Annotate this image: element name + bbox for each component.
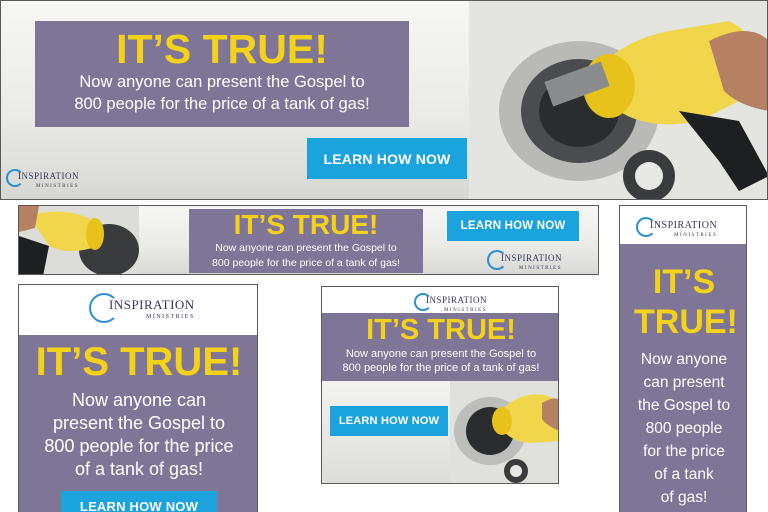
- body-line: can present: [643, 374, 725, 391]
- headline: IT’S TRUE!: [366, 314, 516, 346]
- ad-text-panel: IT’S TRUE! Now anyone can present the Go…: [322, 313, 558, 381]
- ad-text-panel: IT’S TRUE! Now anyone can present the Go…: [620, 244, 746, 512]
- ad-text-panel: IT’S TRUE! Now anyone can present the Go…: [19, 335, 257, 512]
- body-line: of a tank: [654, 466, 714, 483]
- logo-name: INSPIRATION: [426, 295, 488, 305]
- ad-text-panel: IT’S TRUE! Now anyone can present the Go…: [189, 209, 423, 273]
- body-line-1: Now anyone can present the Gospel to: [345, 348, 537, 360]
- body-line-2: 800 people for the price of a tank of ga…: [342, 362, 540, 374]
- inspiration-logo: INSPIRATION MINISTRIES: [414, 290, 487, 313]
- ad-banner-skyscraper[interactable]: INSPIRATION MINISTRIES IT’S TRUE! Now an…: [619, 205, 747, 512]
- ad-banner-wide[interactable]: IT’S TRUE! Now anyone can present the Go…: [18, 205, 599, 275]
- logo-sub: MINISTRIES: [35, 184, 80, 189]
- gas-nozzle-image: [469, 1, 767, 199]
- inspiration-logo: INSPIRATION MINISTRIES: [89, 293, 195, 323]
- body-line-2: 800 people for the price of a tank of ga…: [212, 257, 400, 269]
- body-lines: Now anyone can present the Gospel to 800…: [19, 389, 257, 481]
- learn-how-now-button[interactable]: LEARN HOW NOW: [61, 491, 217, 512]
- ad-text-panel: IT’S TRUE! Now anyone can present the Go…: [35, 21, 409, 127]
- gas-nozzle-image: [19, 206, 139, 274]
- inspiration-logo: INSPIRATION MINISTRIES: [6, 166, 79, 189]
- ad-banner-square[interactable]: INSPIRATION MINISTRIES IT’S TRUE! Now an…: [18, 284, 258, 512]
- headline: IT’S TRUE!: [233, 209, 379, 240]
- learn-how-now-button[interactable]: LEARN HOW NOW: [330, 406, 448, 436]
- learn-how-now-button[interactable]: LEARN HOW NOW: [447, 211, 579, 241]
- logo-sub: MINISTRIES: [146, 314, 195, 320]
- body-line: present the Gospel to: [52, 413, 226, 433]
- logo-name: INSPIRATION: [650, 220, 718, 231]
- logo-name: INSPIRATION: [501, 253, 563, 263]
- body-line-2: 800 people for the price of a tank of ga…: [74, 95, 370, 113]
- headline: IT’S TRUE!: [634, 263, 738, 341]
- ad-banner-leaderboard[interactable]: IT’S TRUE! Now anyone can present the Go…: [0, 0, 768, 200]
- ad-banner-rectangle[interactable]: INSPIRATION MINISTRIES IT’S TRUE! Now an…: [321, 286, 559, 484]
- body-line-1: Now anyone can present the Gospel to: [79, 73, 365, 91]
- body-line: of a tank of gas!: [74, 459, 204, 479]
- body-line: the Gospel to: [637, 397, 731, 414]
- logo-name: INSPIRATION: [18, 171, 80, 181]
- body-line: Now anyone: [640, 351, 728, 368]
- body-line: for the price: [643, 443, 725, 460]
- body-lines: Now anyone can present the Gospel to 800…: [620, 348, 746, 509]
- inspiration-logo: INSPIRATION MINISTRIES: [487, 248, 562, 271]
- headline: IT’S TRUE!: [116, 26, 328, 72]
- gas-nozzle-image: [450, 381, 558, 483]
- body-line: 800 people: [645, 420, 723, 437]
- logo-name: INSPIRATION: [109, 297, 195, 312]
- body-line: Now anyone can: [71, 390, 207, 410]
- learn-how-now-button[interactable]: LEARN HOW NOW: [307, 138, 467, 179]
- body-line: of gas!: [660, 489, 708, 506]
- inspiration-logo: INSPIRATION MINISTRIES: [636, 215, 717, 238]
- logo-sub: MINISTRIES: [518, 266, 563, 271]
- logo-sub: MINISTRIES: [674, 233, 718, 238]
- headline: IT’S TRUE!: [35, 340, 243, 384]
- body-line: 800 people for the price: [44, 436, 234, 456]
- body-line-1: Now anyone can present the Gospel to: [215, 242, 397, 254]
